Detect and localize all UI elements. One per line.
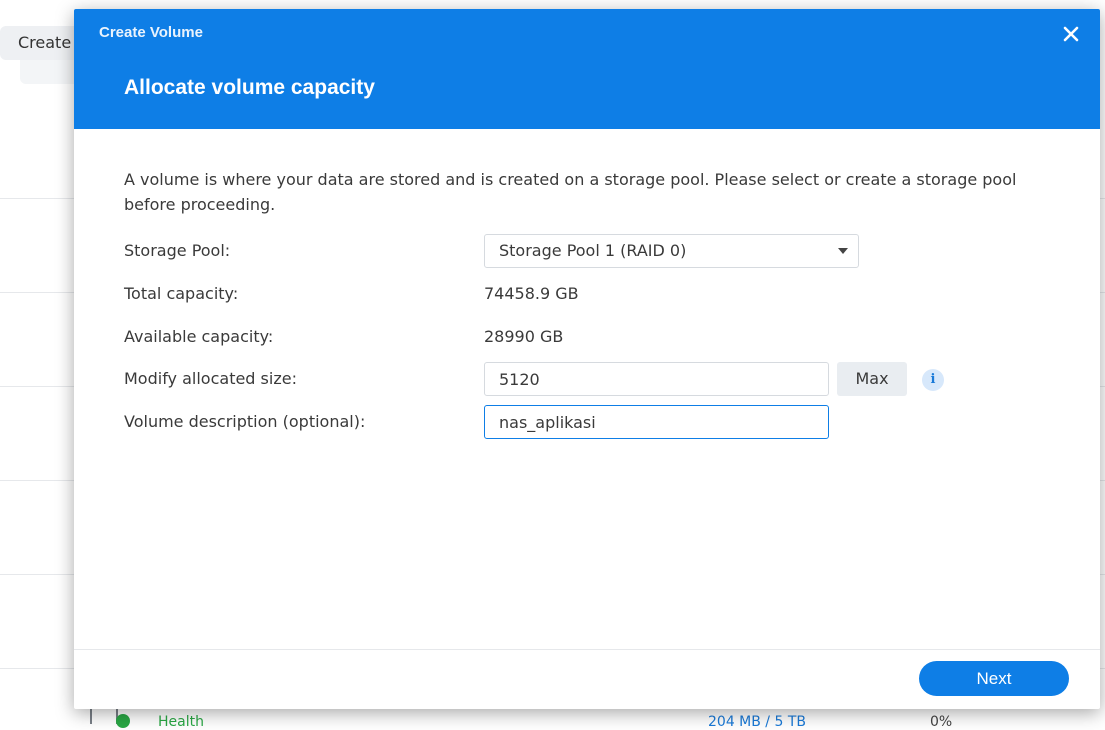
total-capacity-row: Total capacity: 74458.9 GB — [124, 277, 1054, 311]
close-icon — [1063, 26, 1079, 42]
available-capacity-value: 28990 GB — [484, 327, 564, 346]
allocated-size-label: Modify allocated size: — [124, 369, 297, 388]
description-label: Volume description (optional): — [124, 412, 366, 431]
chevron-down-icon — [838, 248, 848, 254]
dialog-header: Create Volume Allocate volume capacity — [74, 9, 1100, 129]
total-capacity-label: Total capacity: — [124, 284, 239, 303]
storage-pool-label: Storage Pool: — [124, 241, 231, 260]
healthy-status-icon — [116, 714, 130, 728]
intro-text: A volume is where your data are stored a… — [124, 170, 1017, 214]
dialog-heading: Allocate volume capacity — [124, 76, 375, 99]
total-capacity-value: 74458.9 GB — [484, 284, 579, 303]
health-status: Health — [158, 714, 204, 730]
usage-percent: 0% — [930, 714, 953, 730]
available-capacity-label: Available capacity: — [124, 327, 274, 346]
next-button[interactable]: Next — [919, 661, 1069, 696]
description-row: Volume description (optional): — [124, 405, 1054, 439]
storage-pool-select[interactable]: Storage Pool 1 (RAID 0) — [484, 234, 859, 268]
allocated-size-row: Modify allocated size: Max i — [124, 362, 1054, 396]
allocated-size-input[interactable] — [484, 362, 829, 396]
storage-pool-row: Storage Pool: Storage Pool 1 (RAID 0) — [124, 234, 1054, 268]
description-input[interactable] — [484, 405, 829, 439]
available-capacity-row: Available capacity: 28990 GB — [124, 320, 1054, 354]
close-button[interactable] — [1060, 23, 1082, 45]
storage-pool-selected: Storage Pool 1 (RAID 0) — [499, 241, 687, 260]
dialog-title: Create Volume — [99, 24, 203, 41]
max-button[interactable]: Max — [837, 362, 907, 396]
dialog-body: A volume is where your data are stored a… — [124, 167, 1054, 439]
info-icon[interactable]: i — [922, 369, 944, 391]
footer-divider — [74, 649, 1100, 650]
create-volume-dialog: Create Volume Allocate volume capacity A… — [74, 9, 1100, 709]
usage-value: 204 MB / 5 TB — [708, 714, 806, 730]
